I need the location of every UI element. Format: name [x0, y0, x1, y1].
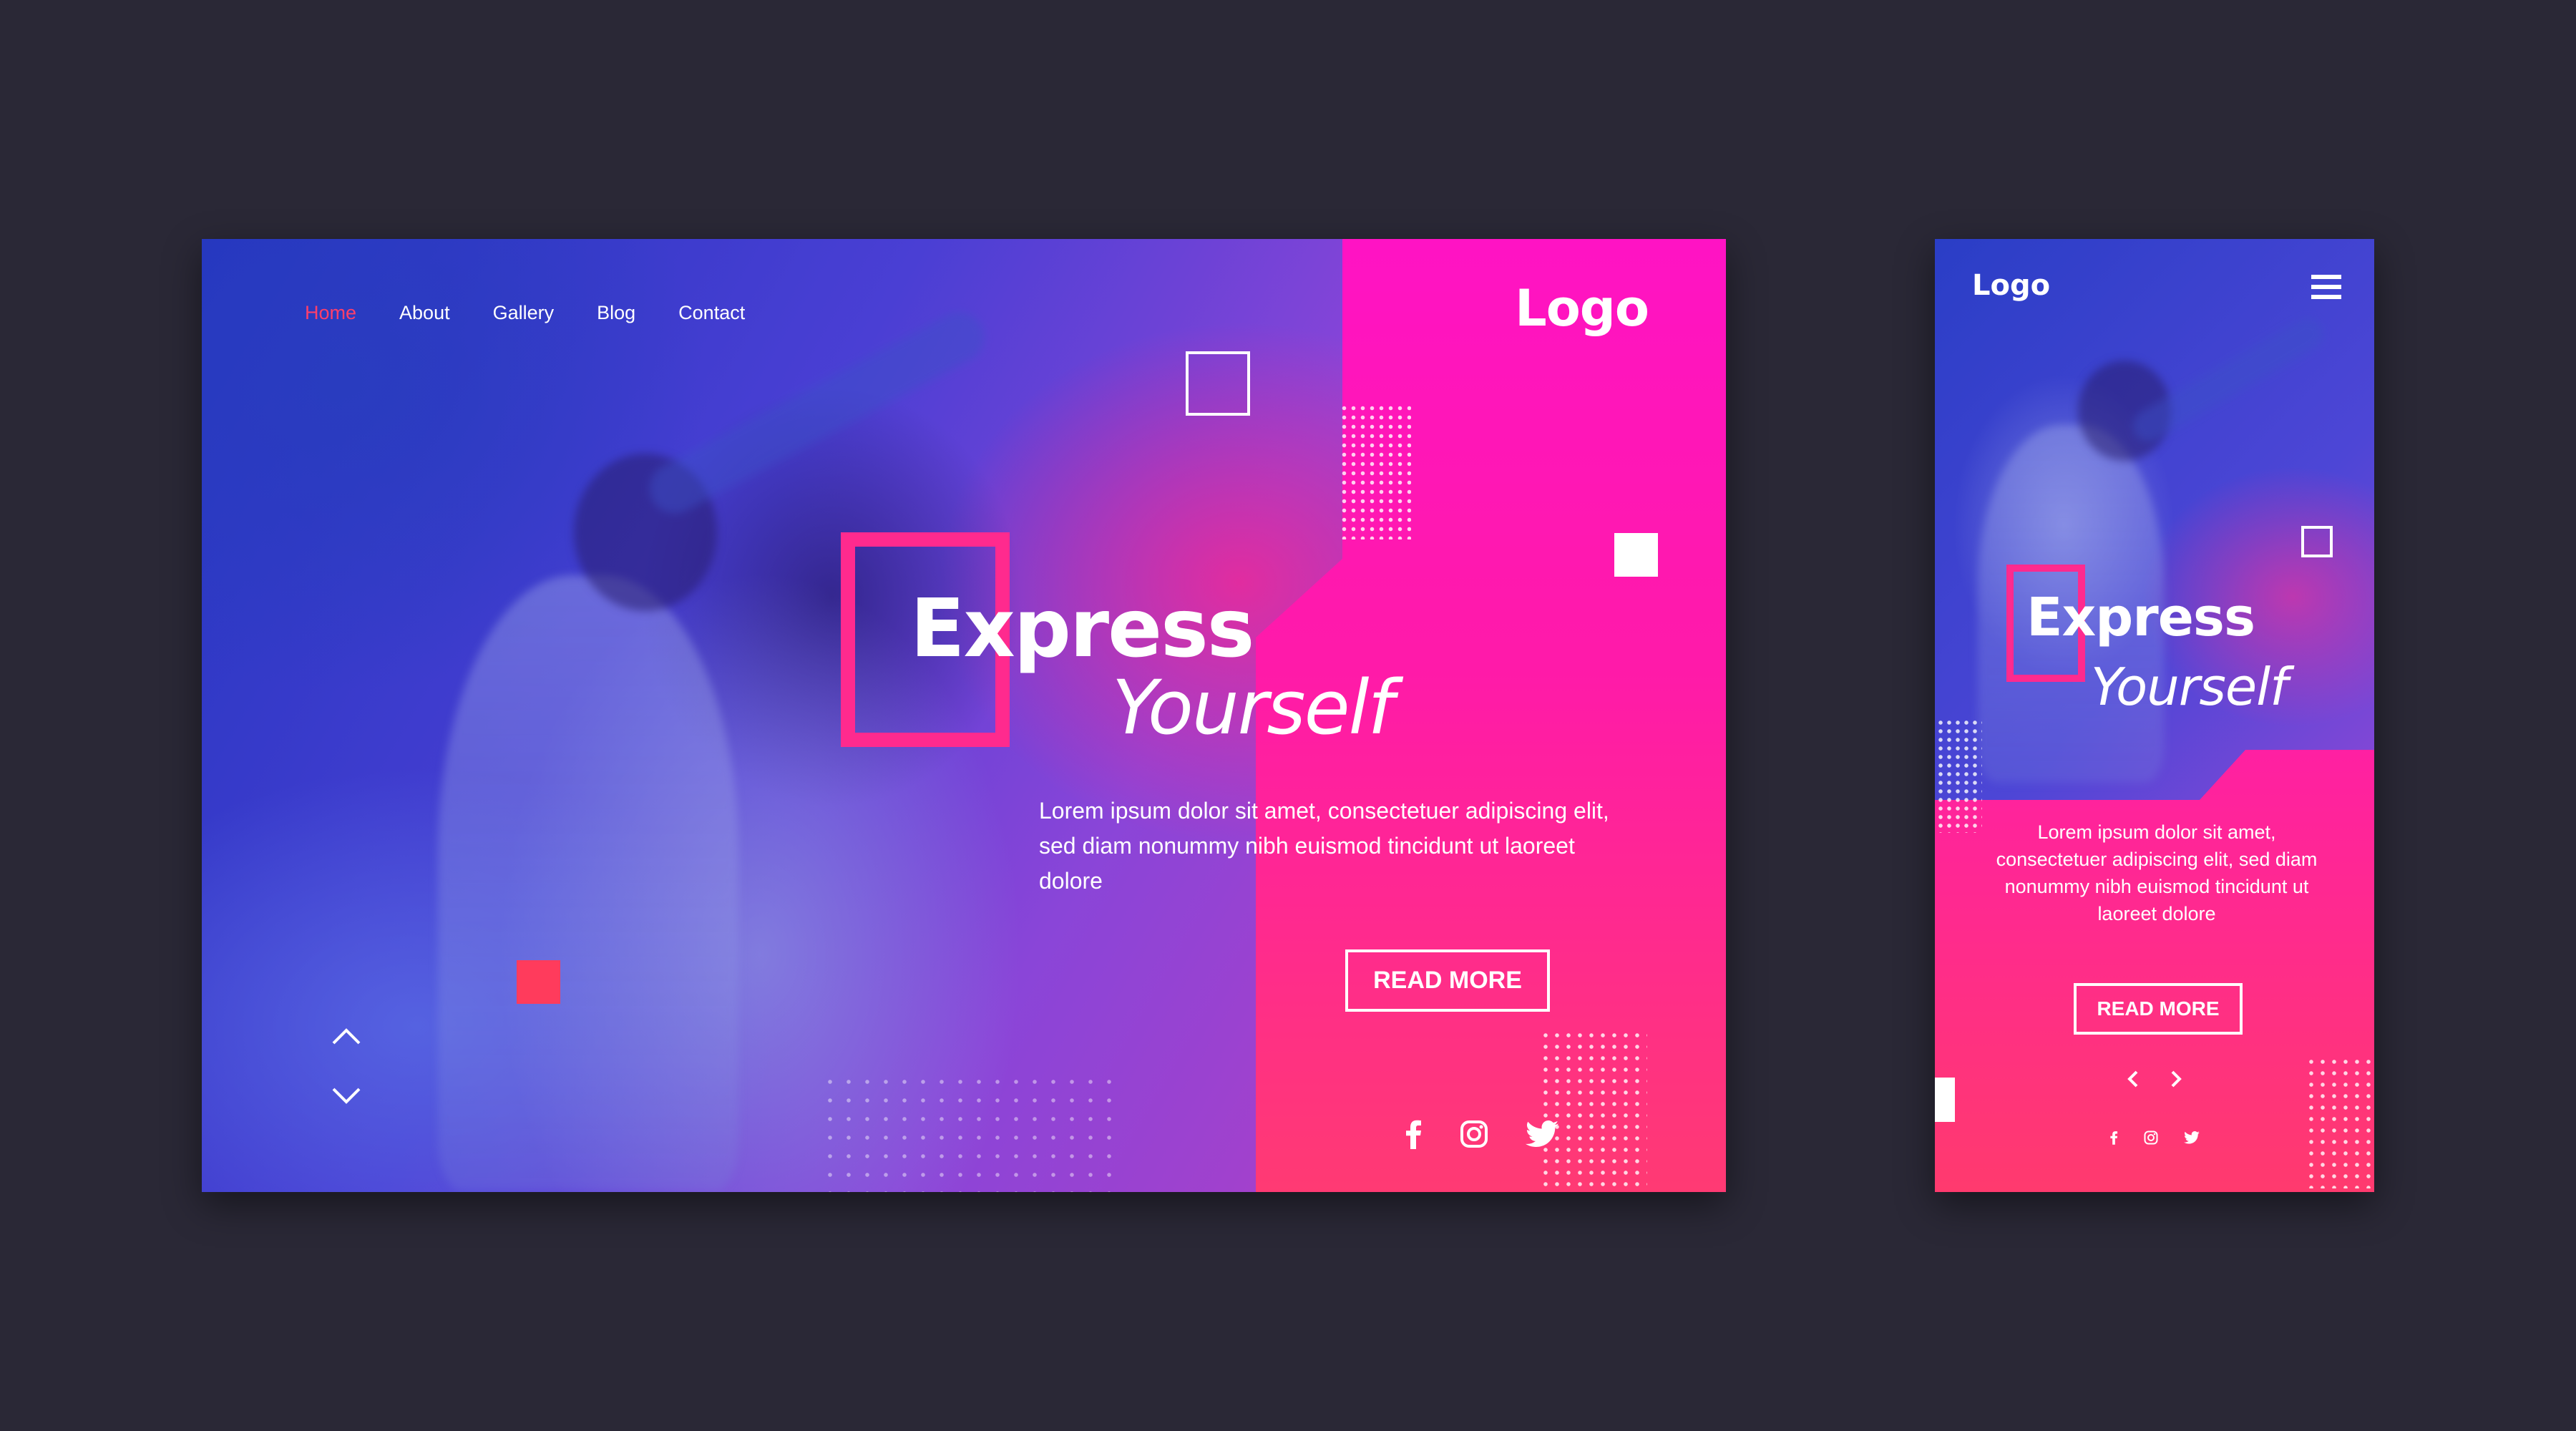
- chevron-right-icon[interactable]: [2168, 1069, 2184, 1091]
- figure-torso: [438, 575, 738, 1191]
- social-links: [2109, 1130, 2200, 1145]
- instagram-icon[interactable]: [1460, 1120, 1488, 1148]
- headline-express: Express: [2026, 587, 2255, 648]
- body-copy: Lorem ipsum dolor sit amet, consectetuer…: [1039, 798, 1609, 894]
- body-copy: Lorem ipsum dolor sit amet, consectetuer…: [1996, 821, 2318, 924]
- dot-pattern: [1540, 1030, 1647, 1187]
- headline-express: Express: [910, 582, 1254, 675]
- dot-pattern: [2306, 1056, 2374, 1188]
- main-nav: Home About Gallery Blog Contact: [305, 302, 745, 324]
- menu-icon[interactable]: [2311, 275, 2341, 299]
- chevron-up-icon[interactable]: [331, 1025, 366, 1053]
- deco-square-red: [517, 960, 560, 1004]
- nav-item-contact[interactable]: Contact: [678, 302, 745, 324]
- twitter-icon[interactable]: [2184, 1131, 2200, 1144]
- headline-yourself: Yourself: [2091, 657, 2288, 717]
- logo[interactable]: Logo: [1972, 269, 2050, 302]
- facebook-icon[interactable]: [2109, 1130, 2118, 1145]
- dot-pattern: [821, 1073, 1121, 1192]
- headline-yourself: Yourself: [1112, 664, 1394, 751]
- logo[interactable]: Logo: [1515, 279, 1649, 338]
- read-more-button[interactable]: READ MORE: [1345, 949, 1550, 1012]
- deco-square-outline: [1186, 351, 1250, 416]
- deco-square-white: [1614, 533, 1658, 577]
- social-links: [1404, 1119, 1558, 1149]
- chevron-left-icon[interactable]: [2125, 1069, 2141, 1091]
- deco-square-white: [1935, 1078, 1955, 1122]
- twitter-icon[interactable]: [1526, 1120, 1558, 1148]
- desktop-landing-page: Home About Gallery Blog Contact Logo Exp…: [202, 239, 1726, 1192]
- facebook-icon[interactable]: [1404, 1119, 1423, 1149]
- instagram-icon[interactable]: [2144, 1130, 2158, 1145]
- dot-pattern: [1340, 404, 1411, 539]
- nav-item-home[interactable]: Home: [305, 302, 356, 324]
- read-more-button[interactable]: READ MORE: [2074, 983, 2243, 1035]
- nav-item-blog[interactable]: Blog: [597, 302, 635, 324]
- nav-item-gallery[interactable]: Gallery: [493, 302, 555, 324]
- deco-square-outline: [2301, 526, 2333, 557]
- dot-pattern: [1936, 718, 1982, 833]
- mobile-landing-page: Logo Express Yourself Lorem ipsum dolor …: [1935, 239, 2374, 1192]
- chevron-down-icon[interactable]: [331, 1085, 366, 1113]
- nav-item-about[interactable]: About: [399, 302, 450, 324]
